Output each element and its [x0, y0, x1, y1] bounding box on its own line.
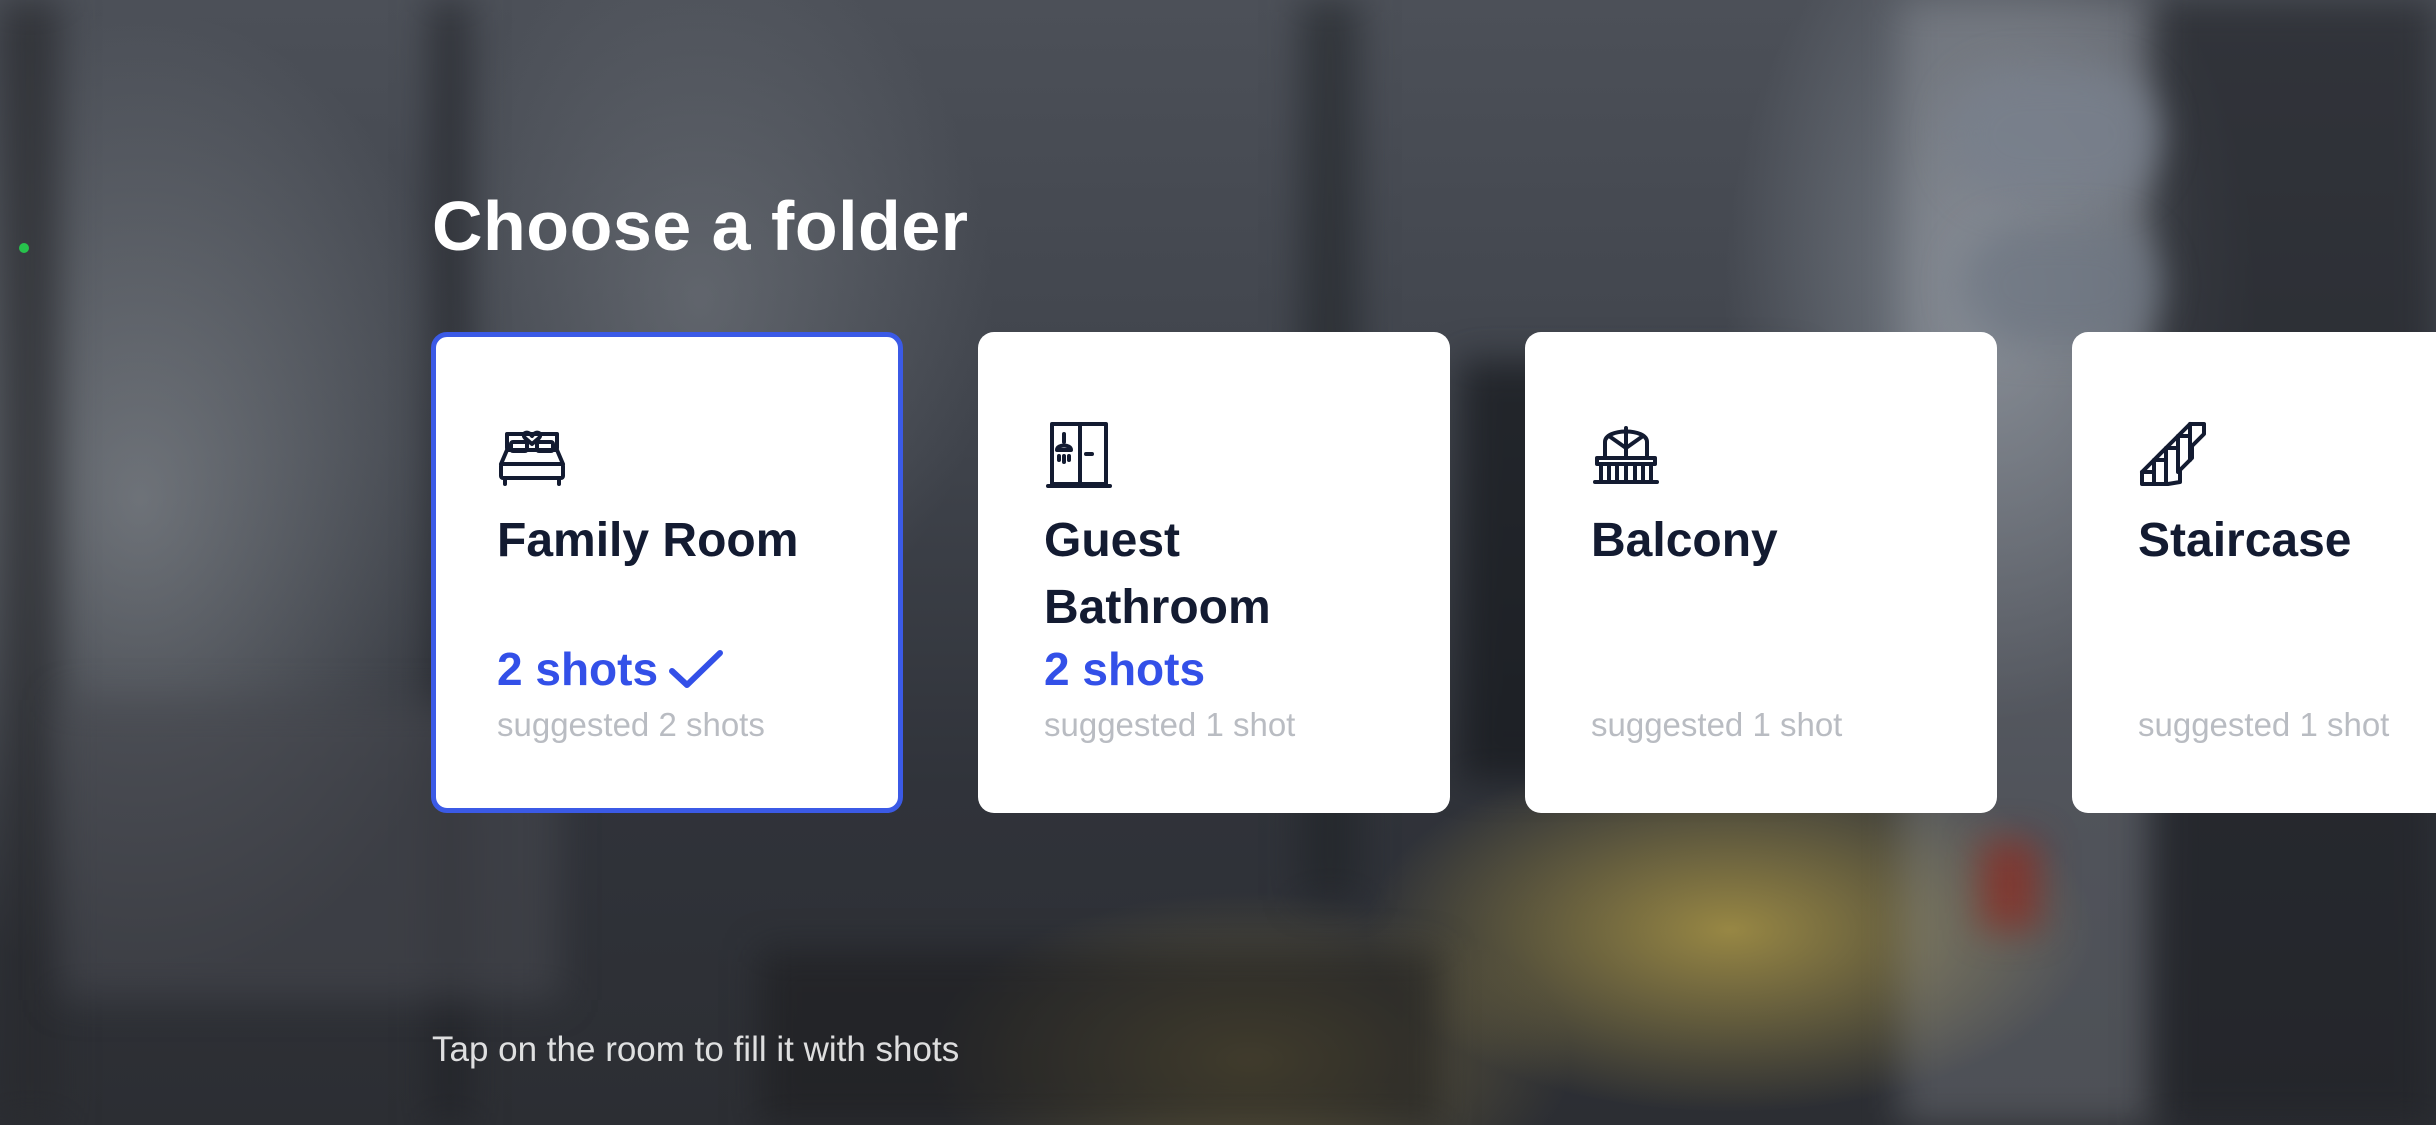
folder-name: Family Room	[497, 514, 799, 567]
folder-shot-count: 2 shots	[1044, 642, 1205, 696]
folder-name: Balcony	[1591, 514, 1778, 567]
folder-card-family-room[interactable]: Family Room 2 shots suggested 2 shots	[431, 332, 903, 813]
instruction-hint: Tap on the room to fill it with shots	[432, 1030, 960, 1069]
folder-name: Staircase	[2138, 514, 2352, 567]
suggested-shots: suggested 2 shots	[497, 706, 765, 743]
shot-count-label: 2 shots	[497, 643, 659, 695]
stairs-icon	[2140, 422, 2206, 486]
balcony-icon	[1593, 426, 1659, 484]
suggested-shots: suggested 1 shot	[1591, 706, 1843, 743]
shower-icon	[1046, 422, 1112, 488]
suggested-shots: suggested 1 shot	[1044, 706, 1296, 743]
page-title: Choose a folder	[432, 187, 969, 265]
shot-count-label: 2 shots	[1044, 643, 1206, 695]
folder-shot-count: 2 shots	[497, 642, 724, 696]
folder-name: Guest Bathroom	[1044, 514, 1271, 634]
bed-icon	[499, 430, 565, 486]
folder-card-staircase[interactable]: Staircase suggested 1 shot	[2072, 332, 2436, 813]
suggested-shots: suggested 1 shot	[2138, 706, 2390, 743]
folder-card-guest-bathroom[interactable]: Guest Bathroom 2 shots suggested 1 shot	[978, 332, 1450, 813]
camera-active-indicator	[19, 243, 29, 253]
folder-card-balcony[interactable]: Balcony suggested 1 shot	[1525, 332, 1997, 813]
checkmark-icon	[669, 650, 724, 688]
